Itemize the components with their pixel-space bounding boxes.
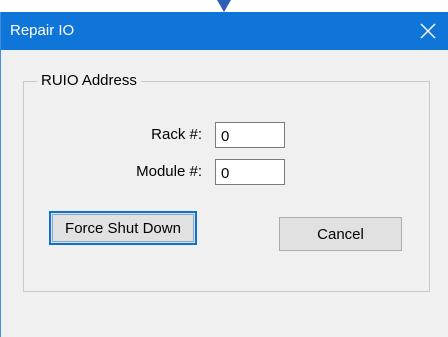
rack-label: Rack #: bbox=[151, 126, 202, 143]
force-shut-down-button[interactable]: Force Shut Down bbox=[49, 211, 197, 245]
focus-outline bbox=[52, 214, 194, 242]
ruio-address-group bbox=[23, 81, 430, 292]
repair-io-dialog: Repair IO RUIO Address Rack #: Module #:… bbox=[0, 12, 448, 337]
cancel-button[interactable]: Cancel bbox=[279, 217, 402, 251]
close-icon bbox=[420, 23, 436, 39]
rack-input[interactable] bbox=[215, 122, 285, 148]
close-button[interactable] bbox=[408, 12, 448, 50]
group-label: RUIO Address bbox=[37, 73, 141, 89]
window-title: Repair IO bbox=[10, 22, 75, 39]
pointer-arrow-icon bbox=[217, 0, 231, 12]
cancel-label: Cancel bbox=[317, 225, 364, 243]
module-input[interactable] bbox=[215, 159, 285, 185]
module-label: Module #: bbox=[136, 163, 202, 180]
title-bar[interactable]: Repair IO bbox=[1, 12, 448, 50]
